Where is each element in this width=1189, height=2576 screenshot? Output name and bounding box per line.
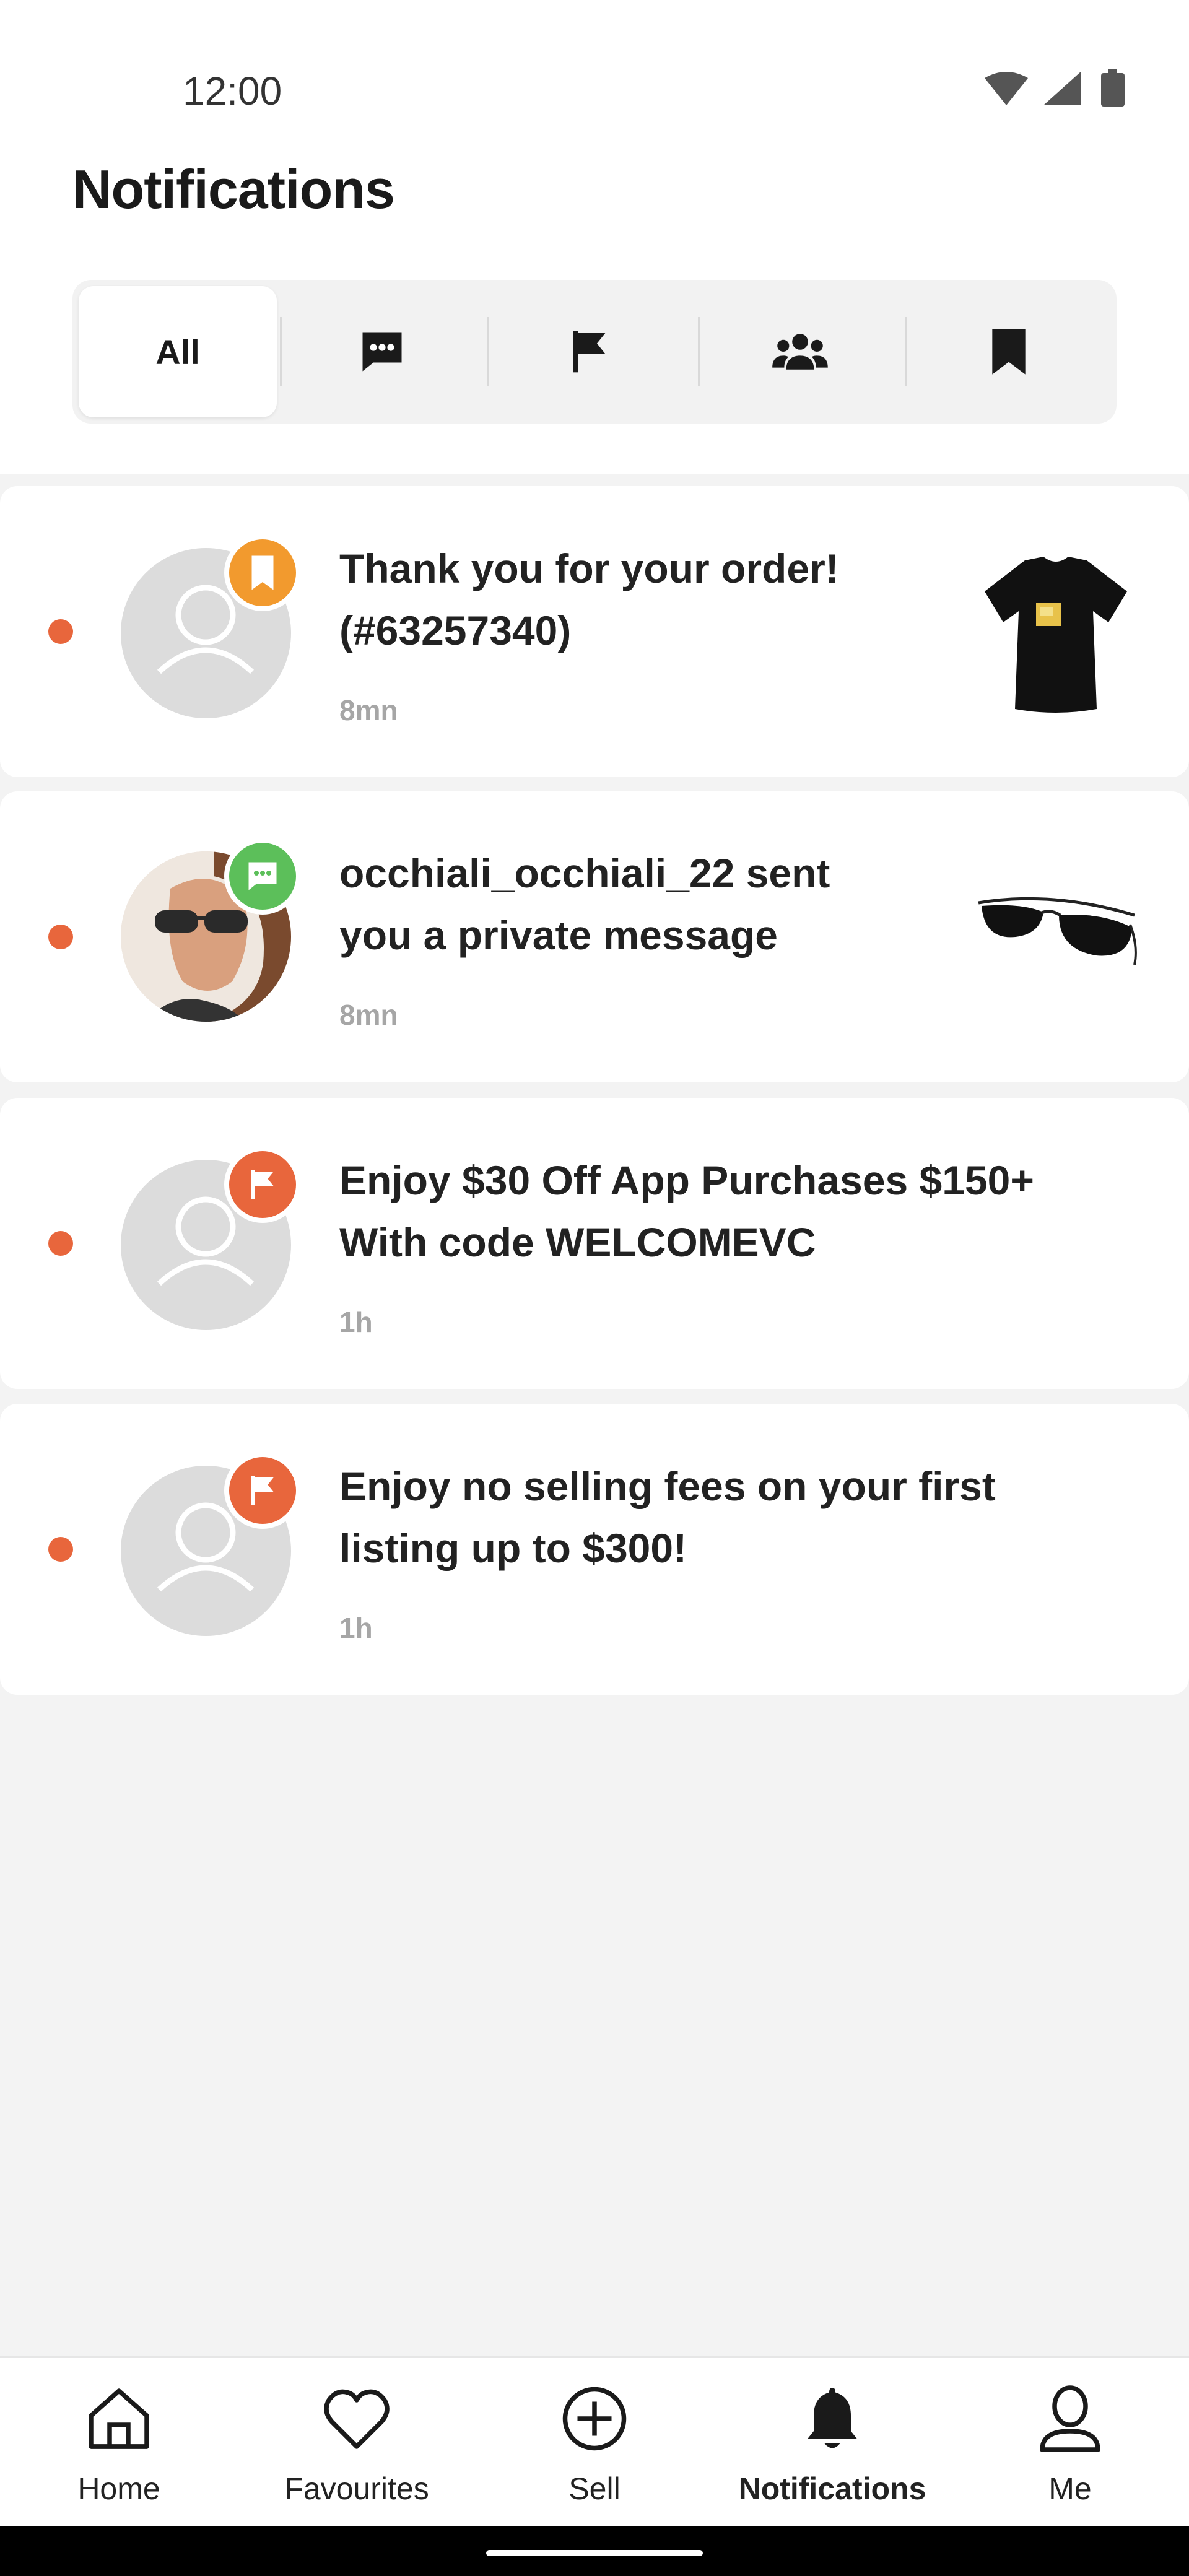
notification-card[interactable]: Enjoy no selling fees on your first list… xyxy=(0,1404,1189,1695)
status-icons-svg xyxy=(985,69,1125,107)
order-badge xyxy=(224,534,301,611)
product-thumbnail xyxy=(982,554,1130,718)
notification-title-line2: you a private message xyxy=(339,912,778,958)
notification-title-line2: With code WELCOMEVC xyxy=(339,1219,816,1265)
nav-sell-label: Sell xyxy=(568,2471,621,2506)
heart-icon xyxy=(324,2389,390,2449)
home-icon xyxy=(89,2388,149,2449)
notification-title-line1: occhiali_occhiali_22 sent xyxy=(339,850,830,896)
notification-title: Enjoy no selling fees on your first list… xyxy=(339,1455,1144,1579)
tab-divider xyxy=(280,317,282,386)
tab-all[interactable]: All xyxy=(79,286,277,417)
nav-me[interactable]: Me xyxy=(951,2358,1189,2528)
nav-favourites-label: Favourites xyxy=(284,2471,429,2506)
product-thumbnail xyxy=(972,890,1139,974)
flag-icon xyxy=(251,1476,274,1505)
black-tshirt-image xyxy=(985,557,1127,713)
plus-circle-icon xyxy=(562,2387,627,2451)
flag-icon xyxy=(573,331,606,373)
chat-bubble-icon xyxy=(248,862,277,890)
nav-me-label: Me xyxy=(1048,2471,1092,2506)
tab-divider xyxy=(698,317,700,386)
chat-bubble-icon xyxy=(362,332,402,372)
bell-icon xyxy=(808,2388,857,2448)
nav-home[interactable]: Home xyxy=(0,2358,238,2528)
notification-title-line2: listing up to $300! xyxy=(339,1525,687,1571)
unread-dot xyxy=(48,1537,73,1562)
tab-divider xyxy=(487,317,489,386)
nav-sell[interactable]: Sell xyxy=(476,2358,713,2528)
tab-promotions[interactable] xyxy=(490,286,689,417)
notification-card[interactable]: occhiali_occhiali_22 sent you a private … xyxy=(0,791,1189,1082)
message-badge xyxy=(224,838,301,915)
tab-saved[interactable] xyxy=(910,286,1108,417)
battery-icon xyxy=(1101,69,1125,107)
notification-time: 8mn xyxy=(339,999,398,1031)
cellular-signal-icon xyxy=(1043,72,1081,105)
tab-all-label: All xyxy=(155,332,200,372)
bookmark-icon xyxy=(992,329,1026,375)
flag-icon xyxy=(251,1170,274,1199)
tab-social[interactable] xyxy=(701,286,899,417)
promotion-badge xyxy=(224,1452,301,1529)
nav-favourites[interactable]: Favourites xyxy=(238,2358,476,2528)
notification-time: 1h xyxy=(339,1306,373,1338)
wifi-icon xyxy=(985,72,1028,105)
unread-dot xyxy=(48,1231,73,1256)
bottom-nav: Home Favourites Sell Notifications Me xyxy=(0,2356,1189,2528)
bookmark-icon xyxy=(251,555,274,590)
status-icons xyxy=(978,67,1139,116)
header: 12:00 Notifications All xyxy=(0,0,1189,474)
notification-title: Enjoy $30 Off App Purchases $150+ With c… xyxy=(339,1149,1144,1273)
nav-notifications[interactable]: Notifications xyxy=(713,2358,951,2528)
notification-title-line1: Enjoy $30 Off App Purchases $150+ xyxy=(339,1157,1034,1203)
notification-title-line2: (#63257340) xyxy=(339,607,572,653)
notification-time: 1h xyxy=(339,1612,373,1644)
page-title: Notifications xyxy=(72,159,395,220)
tab-messages[interactable] xyxy=(283,286,481,417)
notification-title-line1: Thank you for your order! xyxy=(339,546,839,591)
promotion-badge xyxy=(224,1146,301,1223)
unread-dot xyxy=(48,619,73,644)
notification-card[interactable]: Thank you for your order! (#63257340) 8m… xyxy=(0,486,1189,777)
notification-title: Thank you for your order! (#63257340) xyxy=(339,537,959,661)
aviator-sunglasses-image xyxy=(978,897,1137,965)
group-icon xyxy=(772,334,828,370)
status-time: 12:00 xyxy=(183,69,282,113)
nav-notifications-label: Notifications xyxy=(738,2471,926,2506)
unread-dot xyxy=(48,925,73,949)
notification-time: 8mn xyxy=(339,694,398,726)
nav-home-label: Home xyxy=(77,2471,160,2506)
notification-card[interactable]: Enjoy $30 Off App Purchases $150+ With c… xyxy=(0,1098,1189,1389)
tab-divider xyxy=(905,317,907,386)
home-gesture-handle[interactable] xyxy=(486,2550,703,2556)
notification-title: occhiali_occhiali_22 sent you a private … xyxy=(339,842,959,966)
person-icon xyxy=(1040,2385,1100,2452)
notification-title-line1: Enjoy no selling fees on your first xyxy=(339,1463,996,1509)
filter-tabs: All xyxy=(72,280,1117,424)
